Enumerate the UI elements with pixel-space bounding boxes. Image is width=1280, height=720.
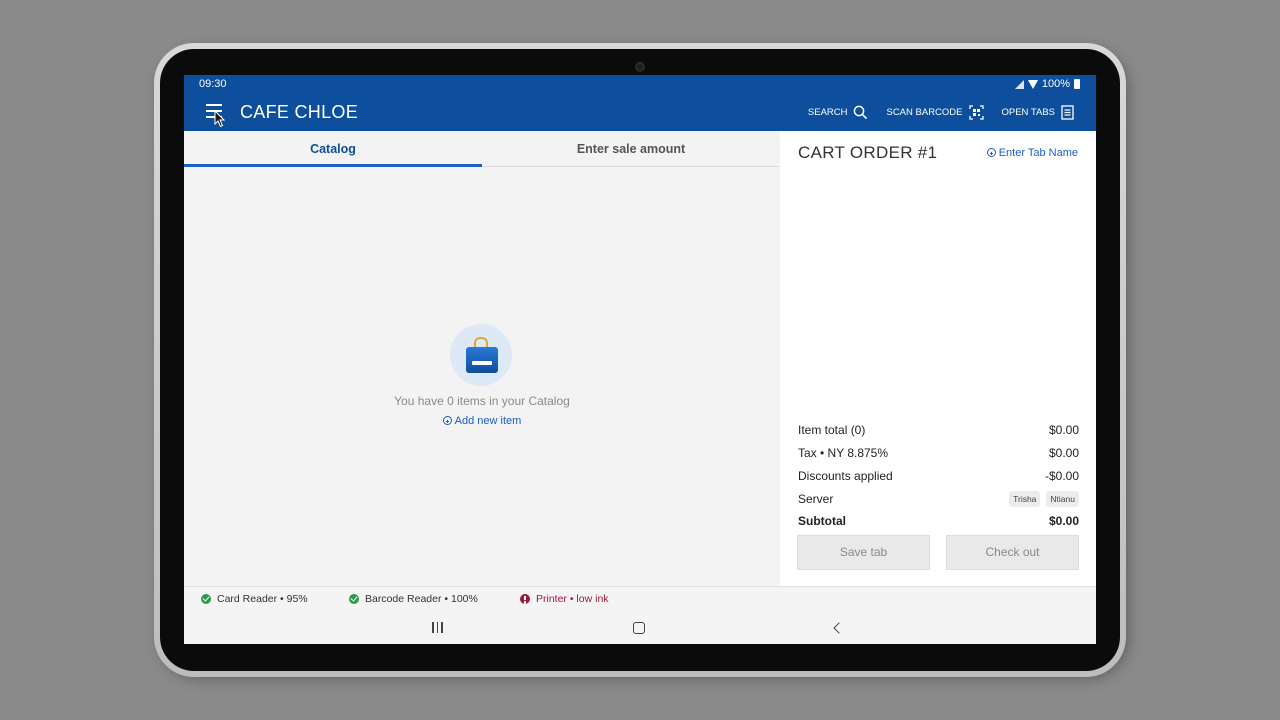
- status-bar: 09:30 100%: [184, 75, 1096, 93]
- server-chip-trisha[interactable]: Trisha: [1009, 491, 1041, 507]
- app-title: CAFE CHLOE: [240, 102, 359, 122]
- card-reader-status: Card Reader • 95%: [201, 593, 308, 605]
- scan-barcode-label: SCAN BARCODE: [886, 106, 963, 118]
- signal-icon: [1014, 79, 1024, 89]
- check-out-button[interactable]: Check out: [946, 535, 1079, 570]
- tax-value: $0.00: [1048, 446, 1079, 460]
- catalog-tabs: Catalog Enter sale amount: [184, 131, 780, 167]
- subtotal-value: $0.00: [1048, 514, 1079, 528]
- active-tab-indicator: [184, 164, 482, 167]
- open-tabs-button[interactable]: OPEN TABS: [1001, 104, 1075, 120]
- search-label: SEARCH: [807, 106, 848, 118]
- tab-enter-sale-amount[interactable]: Enter sale amount: [482, 131, 780, 167]
- tab-catalog[interactable]: Catalog: [184, 131, 482, 167]
- back-icon[interactable]: [833, 622, 845, 634]
- printer-label: Printer • low ink: [536, 593, 609, 605]
- battery-icon: [1074, 79, 1080, 89]
- add-circle-icon: [442, 416, 452, 425]
- app-bar-actions: SEARCH SCAN BARCODE OPEN TABS: [808, 93, 1074, 131]
- home-icon[interactable]: [633, 622, 645, 634]
- scan-barcode-button[interactable]: SCAN BARCODE: [886, 104, 984, 120]
- item-total-label: Item total (0): [798, 423, 866, 437]
- android-nav-bar: [184, 610, 1096, 644]
- server-chip-ntianu[interactable]: Ntianu: [1046, 491, 1079, 507]
- barcode-scan-icon: [968, 104, 984, 120]
- add-new-item-label: Add new item: [454, 415, 522, 427]
- subtotal-row: Subtotal $0.00: [798, 514, 1079, 528]
- search-button[interactable]: SEARCH: [808, 105, 869, 120]
- receipt-list-icon: [1061, 104, 1074, 120]
- status-indicators: 100%: [1014, 78, 1080, 90]
- mouse-pointer-icon: [214, 110, 226, 128]
- discounts-value: -$0.00: [1044, 469, 1079, 483]
- discounts-row: Discounts applied -$0.00: [798, 469, 1079, 483]
- check-circle-icon: [201, 594, 211, 604]
- cart-title: CART ORDER #1: [798, 143, 938, 162]
- card-reader-label: Card Reader • 95%: [217, 593, 308, 605]
- shopping-bag-icon: [466, 347, 498, 373]
- item-total-row: Item total (0) $0.00: [798, 423, 1079, 437]
- recents-icon[interactable]: [432, 622, 443, 633]
- alert-circle-icon: [520, 594, 530, 604]
- server-row: Server Trisha Ntianu: [798, 491, 1079, 507]
- tax-row: Tax • NY 8.875% $0.00: [798, 446, 1079, 460]
- server-chips: Trisha Ntianu: [1009, 491, 1079, 507]
- tablet-screen: 09:30 100% CAFE CHLOE SEARCH SCAN BARCOD…: [184, 75, 1096, 644]
- app-bar: CAFE CHLOE SEARCH SCAN BARCODE OPEN TABS: [184, 93, 1096, 131]
- add-circle-icon: [986, 148, 996, 157]
- device-status-bar: Card Reader • 95% Barcode Reader • 100% …: [184, 586, 1096, 610]
- wifi-icon: [1027, 79, 1038, 89]
- tax-label: Tax • NY 8.875%: [798, 446, 889, 460]
- open-tabs-label: OPEN TABS: [1001, 106, 1056, 118]
- discounts-label: Discounts applied: [798, 469, 893, 483]
- check-circle-icon: [349, 594, 359, 604]
- barcode-reader-status: Barcode Reader • 100%: [349, 593, 478, 605]
- subtotal-label: Subtotal: [798, 514, 846, 528]
- save-tab-button[interactable]: Save tab: [797, 535, 930, 570]
- enter-tab-name-label: Enter Tab Name: [998, 147, 1078, 159]
- item-total-value: $0.00: [1048, 423, 1079, 437]
- empty-catalog-message: You have 0 items in your Catalog: [394, 394, 570, 408]
- status-time: 09:30: [199, 78, 227, 90]
- front-camera: [635, 62, 645, 72]
- server-label: Server: [798, 492, 834, 506]
- printer-status[interactable]: Printer • low ink: [520, 593, 609, 605]
- add-new-item-link[interactable]: Add new item: [184, 415, 780, 427]
- search-icon: [854, 105, 868, 119]
- battery-level: 100%: [1041, 78, 1070, 90]
- catalog-pane: Catalog Enter sale amount You have 0 ite…: [184, 131, 780, 586]
- enter-tab-name-link[interactable]: Enter Tab Name: [986, 147, 1078, 159]
- cart-pane: CART ORDER #1 Enter Tab Name Item total …: [780, 131, 1096, 586]
- barcode-reader-label: Barcode Reader • 100%: [365, 593, 478, 605]
- shopping-bag-label: [472, 361, 492, 365]
